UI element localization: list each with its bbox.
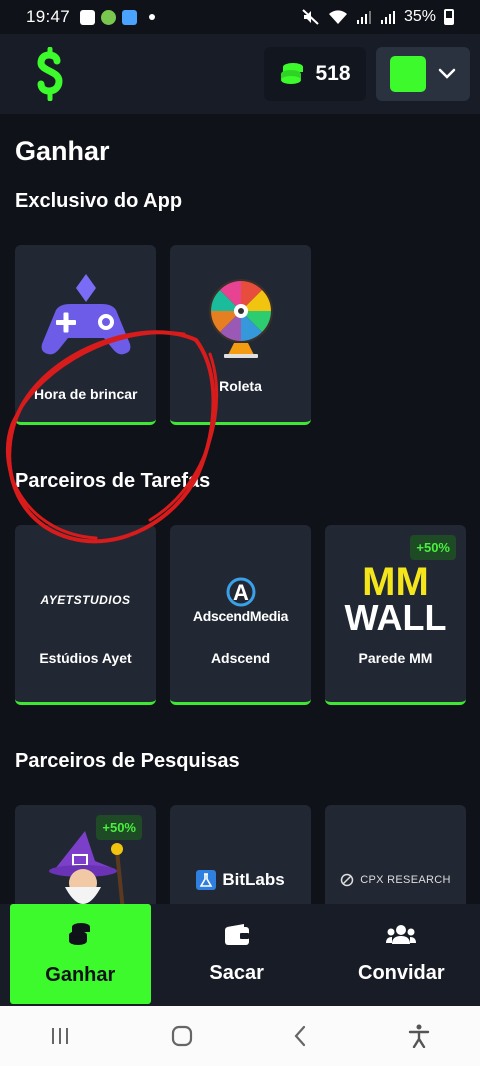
nav-item-sacar[interactable]: Sacar — [151, 904, 323, 1004]
notification-shield-icon — [122, 9, 138, 25]
nav-label: Sacar — [209, 961, 264, 984]
svg-text:A: A — [233, 580, 249, 605]
card-roleta[interactable]: Roleta — [170, 245, 311, 425]
card-label: Adscend — [210, 650, 271, 666]
card-adscend[interactable]: A AdscendMedia Adscend — [170, 525, 311, 705]
card-bitlabs[interactable]: BitLabs — [170, 805, 311, 904]
notification-app-icon — [80, 9, 96, 25]
bottom-nav: Ganhar Sacar Convidar — [0, 904, 480, 1006]
adscend-logo-text: AdscendMedia — [192, 608, 289, 624]
gamepad-icon — [41, 274, 130, 355]
profile-menu-button[interactable] — [376, 47, 470, 101]
signal-icon-2 — [380, 11, 395, 24]
ayet-studios-logo: AYETSTUDIOS — [40, 593, 131, 607]
bonus-badge: +50% — [410, 535, 456, 560]
avatar — [390, 56, 426, 92]
nav-label: Convidar — [358, 961, 445, 984]
coin-count: 518 — [315, 62, 351, 85]
mute-icon — [302, 9, 319, 25]
status-bar: 19:47 35% — [0, 0, 480, 34]
section-title-app-exclusive: Exclusivo do App — [15, 190, 183, 212]
wifi-icon — [328, 10, 347, 24]
recent-apps-icon[interactable] — [50, 1026, 70, 1046]
chevron-down-icon — [438, 68, 456, 79]
card-hora-de-brincar[interactable]: Hora de brincar — [15, 245, 156, 425]
accessibility-icon[interactable] — [408, 1024, 430, 1048]
adscend-logo-icon: A — [226, 577, 255, 607]
main-content: Ganhar Exclusivo do App Hora de brincar — [0, 114, 480, 904]
nav-item-ganhar[interactable]: Ganhar — [10, 904, 151, 1004]
card-mm-wall[interactable]: +50% MM WALL Parede MM — [325, 525, 466, 705]
cpx-research-logo-text: CPX RESEARCH — [360, 874, 451, 886]
mm-wall-logo-line2: WALL — [344, 597, 447, 638]
nav-label: Ganhar — [45, 963, 116, 986]
battery-percent: 35% — [403, 8, 436, 25]
nav-item-convidar[interactable]: Convidar — [323, 904, 480, 1004]
back-icon[interactable] — [293, 1025, 307, 1047]
section-title-survey-partners: Parceiros de Pesquisas — [15, 750, 240, 772]
card-ayet-studios[interactable]: AYETSTUDIOS Estúdios Ayet — [15, 525, 156, 705]
app-header: 518 — [0, 34, 480, 114]
page-title: Ganhar — [15, 136, 110, 166]
bitlabs-logo-text: BitLabs — [222, 870, 285, 889]
cpx-logo-icon — [341, 873, 354, 887]
wallet-icon — [224, 923, 249, 945]
card-survey-wizard[interactable]: +50% — [15, 805, 156, 904]
dollar-s-logo-icon[interactable] — [30, 44, 70, 104]
roulette-wheel-icon — [208, 279, 273, 358]
signal-icon-1 — [356, 11, 371, 24]
card-cpx-research[interactable]: CPX RESEARCH — [325, 805, 466, 904]
coin-balance[interactable]: 518 — [264, 47, 366, 101]
flask-icon — [196, 870, 217, 890]
home-icon[interactable] — [171, 1025, 193, 1047]
coins-icon — [281, 63, 304, 84]
card-label: Roleta — [219, 378, 262, 394]
mm-wall-logo-line1: MM — [362, 560, 429, 604]
card-label: Parede MM — [358, 650, 433, 666]
section-title-task-partners: Parceiros de Tarefas — [15, 470, 211, 492]
notification-game-icon — [101, 9, 117, 25]
card-label: Estúdios Ayet — [39, 650, 132, 666]
system-nav-bar — [0, 1006, 480, 1066]
card-label: Hora de brincar — [34, 386, 138, 402]
users-icon — [386, 924, 417, 944]
wizard-icon — [49, 831, 125, 904]
more-notifications-icon — [149, 14, 156, 20]
battery-icon — [444, 9, 454, 25]
coins-stack-icon — [69, 922, 91, 945]
status-time: 19:47 — [26, 7, 71, 26]
